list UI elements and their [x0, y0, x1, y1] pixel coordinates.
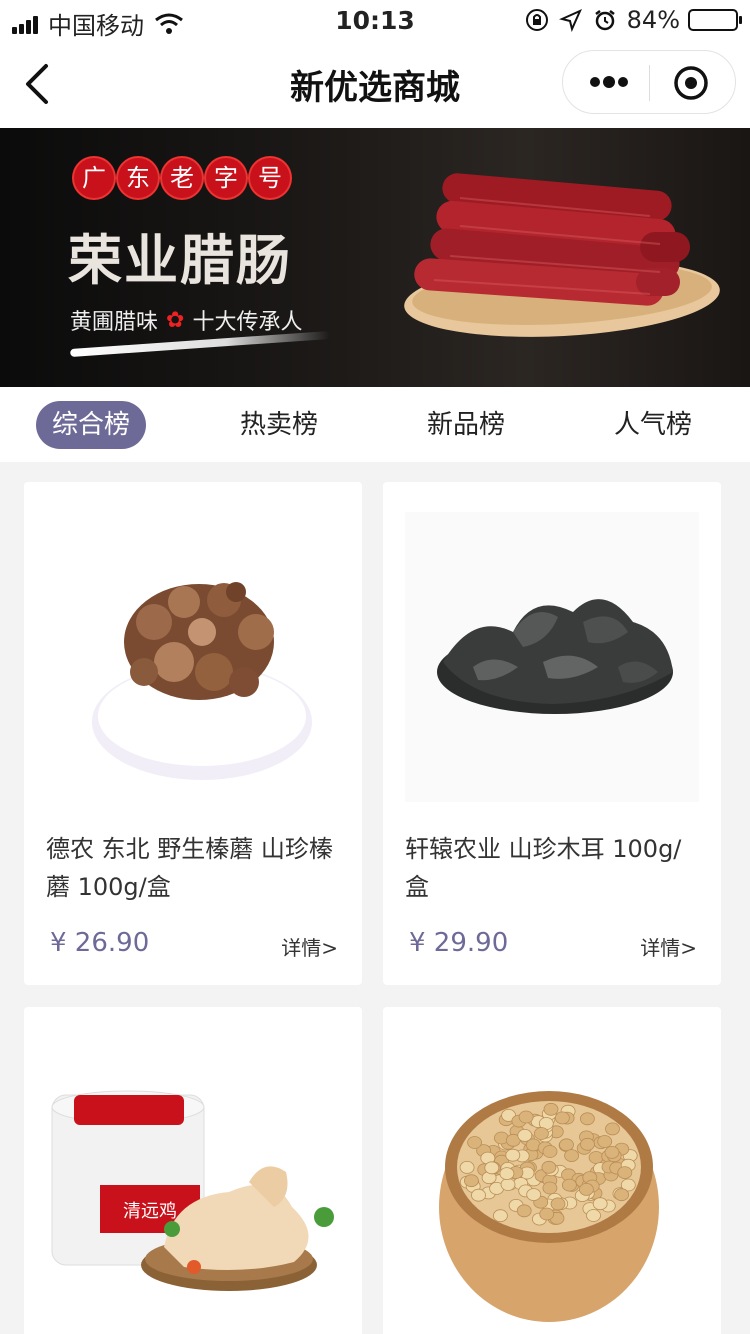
rotation-lock-icon [525, 9, 548, 31]
badge-char: 字 [206, 158, 246, 198]
badge-char: 号 [250, 158, 290, 198]
product-image-soybeans [383, 1007, 721, 1334]
navigation-bar: 新优选商城 [0, 40, 750, 128]
alarm-icon [594, 10, 615, 31]
sausage-plate-image [404, 173, 720, 337]
tab-popularity[interactable]: 人气榜 [614, 401, 692, 449]
product-card[interactable]: 德农 东北 野生榛蘑 山珍榛蘑 100g/盒 ¥ 26.90 详情> [24, 482, 362, 985]
product-name: 德农 东北 野生榛蘑 山珍榛蘑 100g/盒 [46, 835, 333, 901]
chili-icon: ✿ [166, 307, 185, 333]
mini-program-capsule [562, 50, 736, 114]
product-card[interactable]: 轩辕农业 山珍木耳 100g/盒 ¥ 29.90 详情> [383, 482, 721, 985]
banner-subtitle: 黄圃腊味 ✿ 十大传承人 [70, 304, 302, 336]
capsule-divider [649, 65, 650, 101]
battery-icon [688, 9, 742, 31]
banner-badges: 广 东 老 字 号 [74, 158, 294, 198]
banner-title: 荣业腊肠 [68, 229, 292, 292]
product-price: ¥ 29.90 [409, 928, 509, 958]
more-icon[interactable] [589, 67, 629, 97]
tab-overall[interactable]: 综合榜 [36, 401, 147, 449]
promo-banner[interactable]: 广 东 老 字 号 荣业腊肠 黄圃腊味 ✿ 十大传承人 [0, 128, 750, 387]
badge-char: 东 [118, 158, 158, 198]
close-program-icon[interactable] [673, 65, 709, 101]
status-bar: 中国移动 10:13 84% [0, 0, 750, 40]
banner-sub-right: 十大传承人 [192, 310, 303, 335]
detail-link[interactable]: 详情> [281, 932, 338, 961]
badge-char: 老 [162, 158, 202, 198]
box-label: 清远鸡 [123, 1201, 177, 1222]
battery-percent: 84% [626, 6, 680, 34]
product-image-mushroom [24, 482, 362, 812]
location-icon [558, 9, 582, 32]
product-image-black-fungus [383, 482, 721, 812]
product-price: ¥ 26.90 [50, 928, 150, 958]
detail-link[interactable]: 详情> [640, 932, 697, 961]
ranking-tabs: 综合榜 热卖榜 新品榜 人气榜 [0, 387, 750, 462]
product-card[interactable]: 清远鸡 [24, 1007, 362, 1334]
badge-char: 广 [74, 158, 114, 198]
tab-new-products[interactable]: 新品榜 [427, 401, 505, 449]
banner-sub-left: 黄圃腊味 [70, 310, 159, 335]
product-card[interactable] [383, 1007, 721, 1334]
product-image-chicken: 清远鸡 [24, 1007, 362, 1334]
tab-hot-sales[interactable]: 热卖榜 [240, 401, 318, 449]
product-name: 轩辕农业 山珍木耳 100g/盒 [405, 835, 682, 901]
